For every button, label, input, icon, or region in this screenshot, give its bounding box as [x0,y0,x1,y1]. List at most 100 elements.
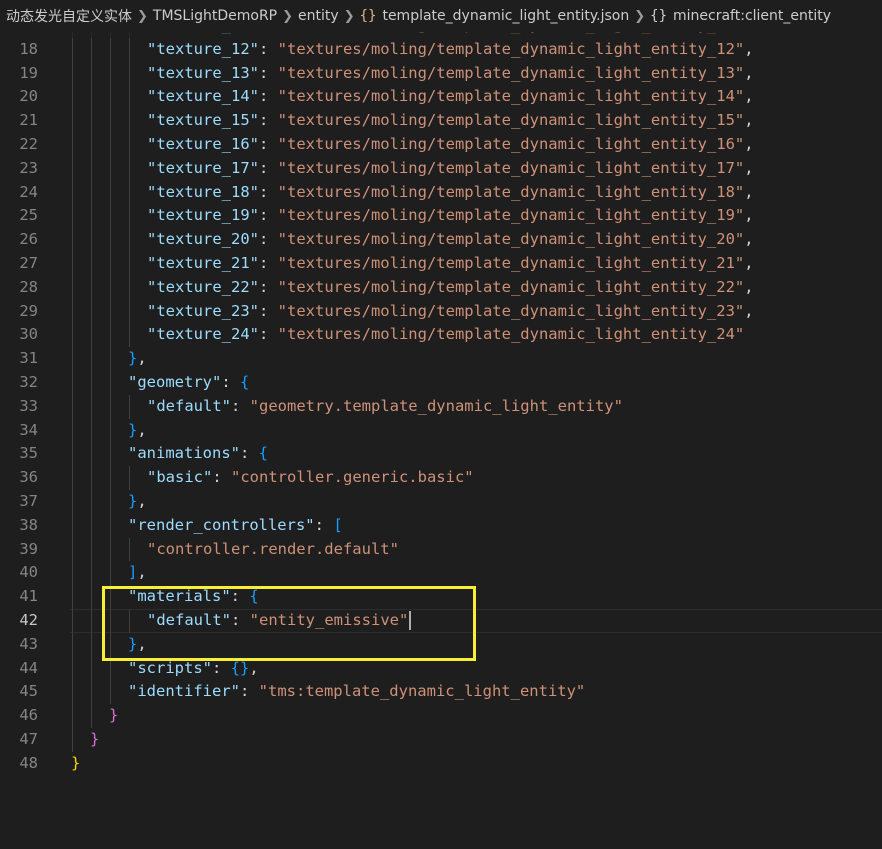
json-punctuation: , [744,206,754,225]
code-text: "texture_22": "textures/moling/template_… [147,276,754,300]
code-editor[interactable]: 17"texture_11": "textures/moling/templat… [0,0,882,849]
indent-guide [72,299,73,324]
code-line[interactable]: 20 "texture_14": "textures/moling/templat… [0,85,882,110]
indent-guide [91,252,92,276]
code-line[interactable]: 30 "texture_24": "textures/moling/templat… [0,323,882,348]
indent-guide [72,561,73,586]
code-line[interactable]: 28 "texture_22": "textures/moling/templat… [0,275,882,300]
indent-guide [72,466,73,490]
indent-guide [110,204,111,229]
code-line[interactable]: 44 "scripts": {}, [0,656,882,681]
code-line[interactable]: 35 "animations": { [0,442,882,467]
indent-guide [91,656,92,681]
indent-guide [110,418,111,443]
code-line[interactable]: 45 "identifier": "tms:template_dynamic_li… [0,680,882,705]
code-line[interactable]: 26 "texture_20": "textures/moling/templat… [0,228,882,252]
code-line[interactable]: 22 "texture_16": "textures/moling/templat… [0,133,882,157]
code-line[interactable]: 40], [0,561,882,586]
code-line[interactable]: 27 "texture_21": "textures/moling/templat… [0,252,882,276]
indent-guide [91,442,92,467]
code-line[interactable]: 36 "basic": "controller.generic.basic" [0,466,882,490]
code-line[interactable]: 38 "render_controllers": [ [0,513,882,538]
indent-guide [129,204,130,229]
breadcrumb-item-file[interactable]: {} template_dynamic_light_entity.json [360,8,630,24]
code-text: "texture_14": "textures/moling/template_… [147,85,754,109]
breadcrumb-item-pack[interactable]: TMSLightDemoRP [153,8,277,24]
json-punctuation: : [258,206,278,225]
breadcrumb-item-folder[interactable]: 动态发光自定义实体 [6,6,132,26]
code-line[interactable]: 19 "texture_13": "textures/moling/templat… [0,61,882,86]
code-line[interactable]: 39 "controller.render.default" [0,537,882,562]
json-punctuation: ] [128,563,138,582]
code-line[interactable]: 42 "default": "entity_emissive" [0,609,882,633]
indent-guide [110,394,111,419]
indent-guide [72,37,73,62]
indent-guide [129,537,130,562]
code-line[interactable]: 33 "default": "geometry.template_dynamic_… [0,394,882,419]
code-line[interactable]: 37}, [0,490,882,514]
indent-guide [91,632,92,657]
indent-guide [129,609,130,633]
code-line[interactable]: 47} [0,728,882,752]
code-text: "texture_15": "textures/moling/template_… [147,109,754,133]
code-line[interactable]: 29 "texture_23": "textures/moling/templat… [0,299,882,324]
indent-guide [72,252,73,276]
indent-guide [129,228,130,252]
breadcrumb-item-entity[interactable]: entity [298,8,339,24]
line-number: 30 [19,325,38,344]
code-text: }, [128,347,147,371]
line-number: 29 [19,301,38,320]
indent-guide [110,466,111,490]
indent-guide [91,275,92,300]
json-string: "controller.generic.basic" [231,468,474,487]
code-line[interactable]: 43}, [0,632,882,657]
json-punctuation: : [239,682,259,701]
code-text: }, [128,633,147,657]
code-line[interactable]: 46} [0,704,882,728]
indent-guide [91,85,92,110]
json-punctuation: : [230,587,250,606]
indent-guide [110,585,111,609]
line-number: 38 [19,515,38,534]
indent-guide [110,323,111,348]
indent-guide [72,347,73,371]
line-number: 44 [19,658,38,677]
json-punctuation: : [258,63,278,82]
json-punctuation: , [249,658,259,677]
code-line[interactable]: 48} [0,752,882,776]
line-number: 21 [19,111,38,130]
json-punctuation: } [128,349,138,368]
indent-guide [91,204,92,229]
indent-guide [129,275,130,300]
indent-guide [110,490,111,514]
indent-guide [72,704,73,728]
json-punctuation: : [258,182,278,201]
code-line[interactable]: 34}, [0,418,882,443]
indent-guide [72,490,73,514]
json-string: "textures/moling/template_dynamic_light_… [277,87,745,106]
code-line[interactable]: 25 "texture_19": "textures/moling/templat… [0,204,882,229]
indent-guide [129,252,130,276]
indent-guide [129,133,130,157]
json-key: "texture_12" [147,39,259,58]
json-punctuation: : [258,39,278,58]
json-string: "textures/moling/template_dynamic_light_… [277,182,745,201]
json-string: "textures/moling/template_dynamic_light_… [277,135,745,153]
indent-guide [110,371,111,395]
indent-guide [91,61,92,86]
indent-guide [129,109,130,133]
code-line[interactable]: 41 "materials": { [0,585,882,609]
json-punctuation: : [258,325,278,344]
json-punctuation: , [137,349,147,368]
breadcrumb-item-symbol[interactable]: {} minecraft:client_entity [650,8,831,24]
code-line[interactable]: 31}, [0,347,882,371]
code-line[interactable]: 24 "texture_18": "textures/moling/templat… [0,180,882,205]
code-line[interactable]: 18 "texture_12": "textures/moling/templat… [0,37,882,62]
code-line[interactable]: 21 "texture_15": "textures/moling/templat… [0,109,882,133]
code-line[interactable]: 32 "geometry": { [0,371,882,395]
code-line[interactable]: 23 "texture_17": "textures/moling/templat… [0,156,882,181]
indent-guide [72,394,73,419]
json-key: "texture_15" [147,111,259,130]
code-text: }, [128,490,147,514]
indent-guide [129,323,130,348]
